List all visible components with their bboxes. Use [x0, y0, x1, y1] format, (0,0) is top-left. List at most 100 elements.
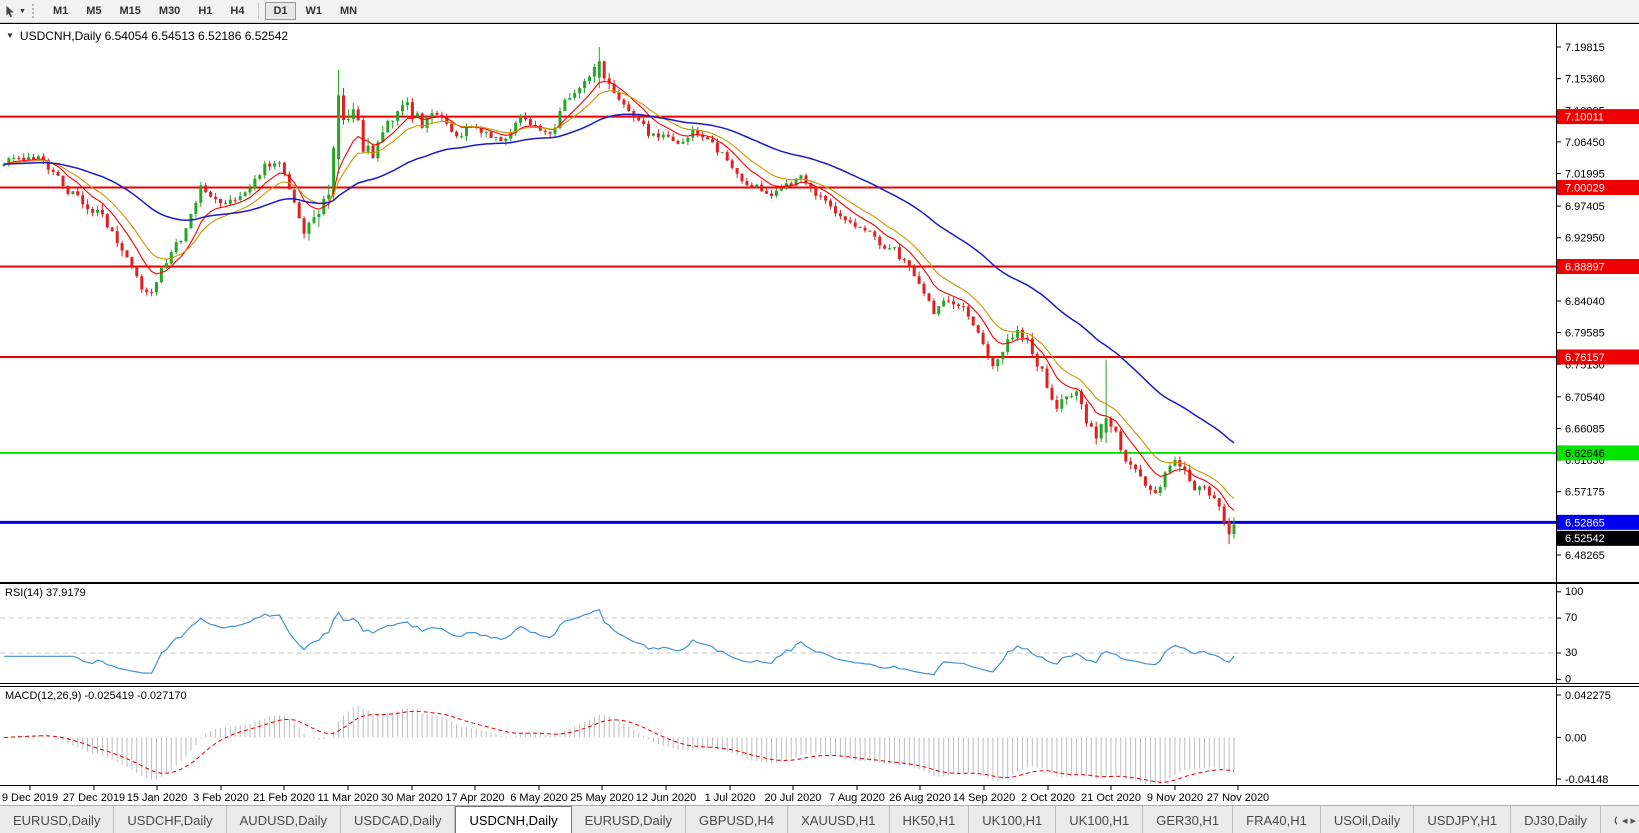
bear-candle-bodies	[17, 61, 1231, 535]
collapse-caret-icon[interactable]: ▼	[6, 32, 14, 40]
svg-text:26 Aug 2020: 26 Aug 2020	[889, 792, 951, 804]
chart-tab-usdcad-daily[interactable]: USDCAD,Daily	[341, 806, 456, 833]
svg-text:6.62646: 6.62646	[1565, 448, 1605, 460]
svg-text:15 Jan 2020: 15 Jan 2020	[127, 792, 188, 804]
price-chart-pane[interactable]: 7.198157.153607.109057.064507.019956.974…	[0, 23, 1639, 583]
macd-axis-labels: 0.042275 0.00 -0.04148	[1556, 690, 1611, 786]
svg-text:6.70540: 6.70540	[1565, 392, 1605, 404]
toolbar-separator	[258, 3, 260, 19]
chart-tab-audusd-daily[interactable]: AUDUSD,Daily	[227, 806, 342, 833]
svg-text:21 Oct 2020: 21 Oct 2020	[1081, 792, 1141, 804]
svg-text:21 Feb 2020: 21 Feb 2020	[253, 792, 315, 804]
svg-text:3 Feb 2020: 3 Feb 2020	[193, 792, 249, 804]
candlestick-series	[2, 47, 1236, 545]
svg-text:6.66085: 6.66085	[1565, 423, 1605, 435]
chart-tab-bar: EURUSD,Daily USDCHF,Daily AUDUSD,Daily USDC…	[0, 805, 1639, 833]
svg-text:6.76157: 6.76157	[1565, 352, 1605, 364]
svg-text:6.84040: 6.84040	[1565, 296, 1605, 308]
toolbar-tool-group: ▼	[0, 5, 30, 18]
svg-text:6.92950: 6.92950	[1565, 233, 1605, 245]
svg-text:6.52865: 6.52865	[1565, 517, 1605, 529]
macd-histogram	[8, 705, 1235, 784]
svg-text:1 Jul 2020: 1 Jul 2020	[705, 792, 756, 804]
chart-tab-ger30-h1[interactable]: GER30,H1	[1143, 806, 1234, 833]
svg-text:0.042275: 0.042275	[1565, 690, 1611, 702]
chart-tab-uk100-h1[interactable]: UK100,H1	[1056, 806, 1144, 833]
rsi-axis-labels: 100 70 30 0	[1556, 586, 1583, 684]
svg-text:7.10011: 7.10011	[1565, 112, 1604, 124]
chart-tab-usdjpy-h1[interactable]: USDJPY,H1	[1414, 806, 1512, 833]
chart-tab-eurusd-daily[interactable]: EURUSD,Daily	[0, 806, 115, 833]
chart-tab-usoil-daily[interactable]: USOil,Daily	[1321, 806, 1415, 833]
rsi-indicator-label: RSI(14) 37.9179	[5, 587, 86, 599]
svg-text:7.06450: 7.06450	[1565, 137, 1605, 149]
svg-text:7.19815: 7.19815	[1565, 42, 1605, 54]
bull-candle-bodies	[2, 61, 1236, 535]
chart-tab-usdchf-daily[interactable]: USDCHF,Daily	[114, 806, 227, 833]
mt4-chart-app: ▼ M1 M5 M15 M30 H1 H4 D1 W1 MN ▼ USDCNH,Daily 6.…	[0, 0, 1639, 833]
svg-text:6.57175: 6.57175	[1565, 487, 1605, 499]
moving-average-line-medium	[3, 90, 1235, 499]
chart-tab-fra40-h1[interactable]: FRA40,H1	[1233, 806, 1321, 833]
svg-text:7.00029: 7.00029	[1565, 182, 1605, 194]
moving-average-line-slow	[3, 113, 1235, 444]
chart-window: ▼ USDCNH,Daily 6.54054 6.54513 6.52186 6…	[0, 23, 1639, 833]
tab-scroll-buttons: ◂ ▸	[1616, 806, 1639, 833]
timeframe-button-H4[interactable]: H4	[222, 2, 252, 20]
svg-text:27 Dec 2019: 27 Dec 2019	[63, 792, 125, 804]
chart-tab-eurusd-daily[interactable]: EURUSD,Daily	[572, 806, 686, 833]
moving-average-line-fast	[3, 80, 1235, 511]
timeframe-button-D1[interactable]: D1	[265, 2, 296, 20]
timeframe-button-H1[interactable]: H1	[190, 2, 220, 20]
svg-text:-0.04148: -0.04148	[1565, 774, 1608, 786]
svg-text:25 May 2020: 25 May 2020	[570, 792, 634, 804]
timeframe-buttons: M1 M5 M15 M30 H1 H4 D1 W1 MN	[44, 2, 366, 20]
svg-text:7 Aug 2020: 7 Aug 2020	[829, 792, 885, 804]
svg-text:7.01995: 7.01995	[1565, 169, 1605, 181]
svg-text:30 Mar 2020: 30 Mar 2020	[381, 792, 443, 804]
timeframe-button-M1[interactable]: M1	[45, 2, 76, 20]
svg-text:6 May 2020: 6 May 2020	[510, 792, 567, 804]
svg-text:100: 100	[1565, 586, 1583, 598]
chart-tab-usdcnh-daily[interactable]: USDCNH,Daily	[455, 806, 572, 833]
svg-text:27 Nov 2020: 27 Nov 2020	[1207, 792, 1269, 804]
tab-scroll-right-icon[interactable]: ▸	[1630, 814, 1636, 827]
svg-text:70: 70	[1565, 612, 1577, 624]
bull-candle-wicks	[3, 47, 1235, 540]
timeframe-button-MN[interactable]: MN	[332, 2, 365, 20]
chart-title-bar: ▼ USDCNH,Daily 6.54054 6.54513 6.52186 6…	[6, 29, 288, 43]
timeframe-button-M30[interactable]: M30	[151, 2, 188, 20]
tab-scroll-left-icon[interactable]: ◂	[1622, 814, 1628, 827]
chart-title: USDCNH,Daily 6.54054 6.54513 6.52186 6.5…	[19, 29, 289, 43]
svg-text:9 Nov 2020: 9 Nov 2020	[1147, 792, 1203, 804]
timeframe-button-M15[interactable]: M15	[112, 2, 149, 20]
toolbar-grip[interactable]	[31, 4, 38, 18]
svg-text:14 Sep 2020: 14 Sep 2020	[953, 792, 1015, 804]
cursor-tool-icon[interactable]	[4, 5, 17, 18]
timeframe-button-W1[interactable]: W1	[298, 2, 331, 20]
svg-text:11 Mar 2020: 11 Mar 2020	[318, 792, 379, 804]
date-axis-labels: 9 Dec 2019 27 Dec 2019 15 Jan 2020 3 Feb 20…	[2, 786, 1269, 804]
chart-tab-hk50-h1[interactable]: HK50,H1	[890, 806, 970, 833]
svg-text:0.00: 0.00	[1565, 732, 1586, 744]
timeframe-button-M5[interactable]: M5	[78, 2, 109, 20]
svg-text:6.88897: 6.88897	[1565, 262, 1605, 274]
chart-tab-gbpusd-h4[interactable]: GBPUSD,H4	[686, 806, 789, 833]
macd-indicator-label: MACD(12,26,9) -0.025419 -0.027170	[5, 690, 187, 702]
rsi-line	[4, 608, 1235, 676]
chart-tabs: EURUSD,Daily USDCHF,Daily AUDUSD,Daily USDC…	[0, 806, 1639, 833]
svg-text:12 Jun 2020: 12 Jun 2020	[636, 792, 697, 804]
dropdown-caret-icon[interactable]: ▼	[19, 8, 26, 15]
svg-text:6.79585: 6.79585	[1565, 328, 1605, 340]
chart-tab-xauusd-h1[interactable]: XAUUSD,H1	[788, 806, 890, 833]
rsi-pane[interactable]: 100 70 30 0	[0, 583, 1639, 684]
bear-candle-wicks	[18, 60, 1230, 545]
macd-pane[interactable]: 0.042275 0.00 -0.04148	[0, 686, 1639, 786]
chart-tab-uk100-h1[interactable]: UK100,H1	[969, 806, 1057, 833]
svg-text:6.48265: 6.48265	[1565, 550, 1605, 562]
svg-text:9 Dec 2019: 9 Dec 2019	[2, 792, 58, 804]
chart-tab-dj30-daily[interactable]: DJ30,Daily	[1511, 806, 1602, 833]
svg-text:17 Apr 2020: 17 Apr 2020	[445, 792, 504, 804]
svg-text:6.97405: 6.97405	[1565, 201, 1605, 213]
timeframe-toolbar: ▼ M1 M5 M15 M30 H1 H4 D1 W1 MN	[0, 0, 1639, 23]
